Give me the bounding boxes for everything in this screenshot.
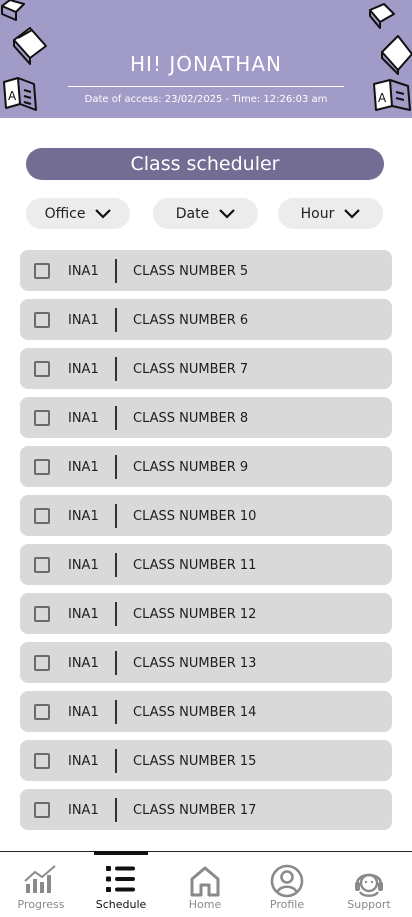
class-name: CLASS NUMBER 12 <box>133 607 257 622</box>
nav-item-home[interactable]: Home <box>164 852 246 917</box>
class-checkbox[interactable] <box>34 508 50 524</box>
class-checkbox[interactable] <box>34 361 50 377</box>
class-name: CLASS NUMBER 15 <box>133 754 257 769</box>
row-separator <box>115 700 117 724</box>
class-checkbox[interactable] <box>34 606 50 622</box>
profile-icon <box>270 864 304 898</box>
header-divider <box>68 86 344 87</box>
row-separator <box>115 651 117 675</box>
class-code: INA1 <box>68 803 99 818</box>
support-icon <box>355 873 383 897</box>
class-row[interactable]: INA1 CLASS NUMBER 9 <box>20 446 392 487</box>
class-checkbox[interactable] <box>34 263 50 279</box>
nav-label: Schedule <box>95 898 147 911</box>
class-name: CLASS NUMBER 14 <box>133 705 257 720</box>
chevron-down-icon <box>95 208 112 219</box>
class-row[interactable]: INA1 CLASS NUMBER 5 <box>20 250 392 291</box>
nav-label: Home <box>188 898 222 911</box>
class-name: CLASS NUMBER 8 <box>133 411 249 426</box>
class-code: INA1 <box>68 558 99 573</box>
row-separator <box>115 553 117 577</box>
nav-label: Profile <box>269 898 305 911</box>
class-checkbox[interactable] <box>34 557 50 573</box>
active-tab-indicator <box>94 851 148 855</box>
class-name: CLASS NUMBER 13 <box>133 656 257 671</box>
class-row[interactable]: INA1 CLASS NUMBER 15 <box>20 740 392 781</box>
nav-label: Progress <box>17 898 65 911</box>
chart-icon <box>24 865 56 893</box>
class-code: INA1 <box>68 607 99 622</box>
page-title: Class scheduler <box>26 148 384 180</box>
class-code: INA1 <box>68 362 99 377</box>
nav-item-progress[interactable]: Progress <box>0 852 82 917</box>
class-checkbox[interactable] <box>34 655 50 671</box>
filter-bar: Office Date Hour <box>0 198 412 229</box>
nav-label: Support <box>347 898 391 911</box>
class-name: CLASS NUMBER 6 <box>133 313 249 328</box>
row-separator <box>115 749 117 773</box>
class-code: INA1 <box>68 313 99 328</box>
office-filter-label: Office <box>44 205 86 222</box>
class-code: INA1 <box>68 460 99 475</box>
home-icon <box>190 866 220 897</box>
date-filter-label: Date <box>175 205 210 222</box>
header-banner: A A HI! JONATHAN Date of access: 23/02/2… <box>0 0 412 118</box>
class-checkbox[interactable] <box>34 410 50 426</box>
class-row[interactable]: INA1 CLASS NUMBER 8 <box>20 397 392 438</box>
class-name: CLASS NUMBER 11 <box>133 558 257 573</box>
date-filter-dropdown[interactable]: Date <box>153 198 258 229</box>
row-separator <box>115 504 117 528</box>
class-checkbox[interactable] <box>34 802 50 818</box>
row-separator <box>115 798 117 822</box>
class-name: CLASS NUMBER 9 <box>133 460 249 475</box>
list-icon <box>106 866 135 892</box>
class-row[interactable]: INA1 CLASS NUMBER 11 <box>20 544 392 585</box>
office-filter-dropdown[interactable]: Office <box>26 198 130 229</box>
class-row[interactable]: INA1 CLASS NUMBER 14 <box>20 691 392 732</box>
class-row[interactable]: INA1 CLASS NUMBER 17 <box>20 789 392 830</box>
chevron-down-icon <box>344 208 361 219</box>
row-separator <box>115 357 117 381</box>
nav-item-schedule[interactable]: Schedule <box>80 851 162 917</box>
row-separator <box>115 406 117 430</box>
bottom-nav: Progress Schedule Home Profile Support <box>0 851 412 917</box>
class-row[interactable]: INA1 CLASS NUMBER 6 <box>20 299 392 340</box>
class-name: CLASS NUMBER 17 <box>133 803 257 818</box>
class-code: INA1 <box>68 264 99 279</box>
class-code: INA1 <box>68 656 99 671</box>
class-checkbox[interactable] <box>34 312 50 328</box>
class-code: INA1 <box>68 509 99 524</box>
row-separator <box>115 455 117 479</box>
class-row[interactable]: INA1 CLASS NUMBER 10 <box>20 495 392 536</box>
class-code: INA1 <box>68 705 99 720</box>
class-row[interactable]: INA1 CLASS NUMBER 12 <box>20 593 392 634</box>
class-name: CLASS NUMBER 10 <box>133 509 257 524</box>
hour-filter-dropdown[interactable]: Hour <box>278 198 383 229</box>
class-code: INA1 <box>68 411 99 426</box>
class-checkbox[interactable] <box>34 459 50 475</box>
class-checkbox[interactable] <box>34 753 50 769</box>
nav-item-profile[interactable]: Profile <box>246 852 328 917</box>
chevron-down-icon <box>219 208 236 219</box>
class-name: CLASS NUMBER 5 <box>133 264 249 279</box>
class-row[interactable]: INA1 CLASS NUMBER 7 <box>20 348 392 389</box>
greeting-title: HI! JONATHAN <box>130 52 282 76</box>
row-separator <box>115 259 117 283</box>
row-separator <box>115 308 117 332</box>
access-info: Date of access: 23/02/2025 - Time: 12:26… <box>84 94 328 105</box>
class-row[interactable]: INA1 CLASS NUMBER 13 <box>20 642 392 683</box>
row-separator <box>115 602 117 626</box>
class-checkbox[interactable] <box>34 704 50 720</box>
hour-filter-label: Hour <box>300 205 335 222</box>
nav-item-support[interactable]: Support <box>328 852 410 917</box>
class-code: INA1 <box>68 754 99 769</box>
class-name: CLASS NUMBER 7 <box>133 362 249 377</box>
